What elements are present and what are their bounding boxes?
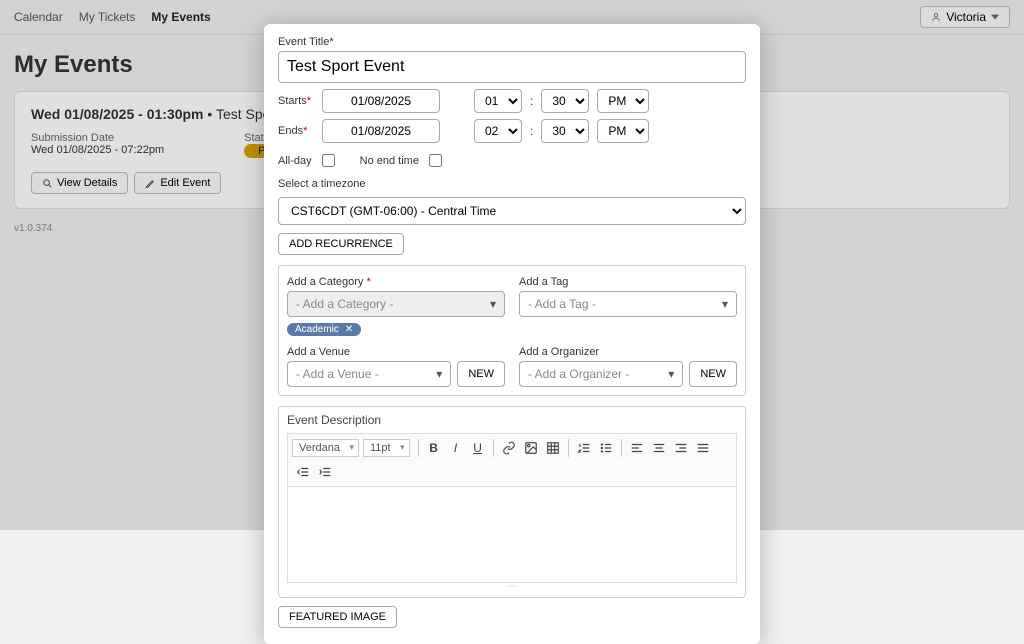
end-date-input[interactable] [322, 119, 440, 143]
description-editor: Event Description Verdana 11pt B I U ⋯ [278, 406, 746, 598]
organizer-label: Add a Organizer [519, 346, 737, 358]
start-minute-select[interactable]: 30 [541, 89, 589, 113]
new-venue-button[interactable]: NEW [457, 361, 505, 387]
view-details-button[interactable]: View Details [31, 172, 128, 194]
new-organizer-button[interactable]: NEW [689, 361, 737, 387]
table-icon[interactable] [542, 437, 564, 459]
timezone-select[interactable]: CST6CDT (GMT-06:00) - Central Time [278, 197, 746, 225]
start-hour-select[interactable]: 01 [474, 89, 522, 113]
align-justify-icon[interactable] [692, 437, 714, 459]
category-select[interactable]: - Add a Category -▾ [287, 291, 505, 317]
start-date-input[interactable] [322, 89, 440, 113]
featured-image-button[interactable]: FEATURED IMAGE [278, 606, 397, 628]
no-end-time-label: No end time [360, 155, 419, 167]
font-family-select[interactable]: Verdana [292, 439, 359, 457]
pencil-icon [145, 178, 156, 189]
event-datetime: Wed 01/08/2025 - 01:30pm [31, 106, 204, 122]
category-label: Add a Category * [287, 276, 505, 288]
align-right-icon[interactable] [670, 437, 692, 459]
end-hour-select[interactable]: 02 [474, 119, 522, 143]
add-recurrence-button[interactable]: ADD RECURRENCE [278, 233, 404, 255]
submission-date-label: Submission Date [31, 132, 164, 144]
end-minute-select[interactable]: 30 [541, 119, 589, 143]
all-day-label: All-day [278, 155, 312, 167]
underline-icon[interactable]: U [467, 437, 489, 459]
user-menu-button[interactable]: Victoria [920, 6, 1010, 28]
indent-icon[interactable] [314, 461, 336, 483]
tag-label: Add a Tag [519, 276, 737, 288]
venue-label: Add a Venue [287, 346, 505, 358]
organizer-select[interactable]: - Add a Organizer -▾ [519, 361, 683, 387]
link-icon[interactable] [498, 437, 520, 459]
event-title-input[interactable] [278, 51, 746, 83]
user-icon [931, 12, 941, 22]
chevron-down-icon [991, 13, 999, 21]
align-left-icon[interactable] [626, 437, 648, 459]
event-title-label: Event Title* [278, 36, 746, 48]
remove-chip-icon[interactable]: ✕ [345, 324, 353, 335]
nav-my-tickets[interactable]: My Tickets [79, 10, 136, 24]
start-ampm-select[interactable]: PM [597, 89, 649, 113]
description-label: Event Description [287, 413, 737, 427]
nav-calendar[interactable]: Calendar [14, 10, 63, 24]
font-size-select[interactable]: 11pt [363, 439, 410, 457]
nav-my-events[interactable]: My Events [151, 10, 210, 24]
edit-event-modal: Event Title* Starts* 01 : 30 PM Ends* 02… [264, 24, 760, 644]
align-center-icon[interactable] [648, 437, 670, 459]
outdent-icon[interactable] [292, 461, 314, 483]
image-icon[interactable] [520, 437, 542, 459]
end-ampm-select[interactable]: PM [597, 119, 649, 143]
italic-icon[interactable]: I [445, 437, 467, 459]
resize-handle-icon[interactable]: ⋯ [287, 583, 737, 589]
search-icon [42, 178, 53, 189]
all-day-checkbox[interactable] [322, 154, 335, 167]
tag-select[interactable]: - Add a Tag -▾ [519, 291, 737, 317]
bold-icon[interactable]: B [423, 437, 445, 459]
taxonomy-panel: Add a Category * - Add a Category -▾ Aca… [278, 265, 746, 396]
submission-date-value: Wed 01/08/2025 - 07:22pm [31, 144, 164, 156]
ordered-list-icon[interactable] [573, 437, 595, 459]
description-textarea[interactable] [287, 487, 737, 583]
ends-label: Ends* [278, 125, 314, 137]
no-end-time-checkbox[interactable] [429, 154, 442, 167]
venue-select[interactable]: - Add a Venue -▾ [287, 361, 451, 387]
timezone-label: Select a timezone [278, 178, 746, 190]
editor-toolbar: Verdana 11pt B I U [287, 433, 737, 487]
starts-label: Starts* [278, 95, 314, 107]
edit-event-button[interactable]: Edit Event [134, 172, 221, 194]
category-chip-academic: Academic ✕ [287, 323, 361, 336]
unordered-list-icon[interactable] [595, 437, 617, 459]
user-name: Victoria [946, 10, 986, 24]
